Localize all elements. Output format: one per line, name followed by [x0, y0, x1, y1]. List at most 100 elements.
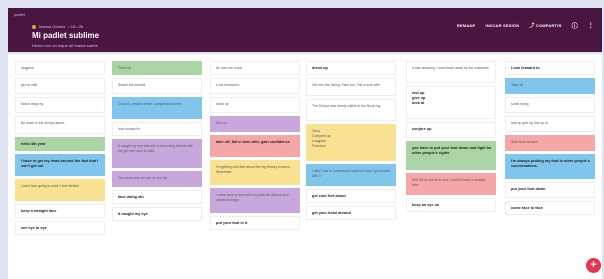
post-card[interactable]: It was amazing. I was blown away by the …: [406, 61, 496, 83]
post-text: look forward to: [118, 127, 141, 131]
post-card[interactable]: end up give up look at: [406, 86, 496, 119]
post-card[interactable]: put your foot down: [505, 182, 595, 198]
author-name: Marina Gómez: [39, 24, 66, 29]
share-icon: ⤴: [529, 23, 535, 29]
post-text: keep an eye on: [412, 203, 440, 207]
post-text: Start from scratch: [511, 140, 538, 144]
post-text: come face to face: [511, 206, 543, 210]
page-subtitle: Hecho con un toque de buena suerte: [32, 43, 98, 48]
post-text: Get into the Swing, Face fun, Fall in lo…: [312, 83, 380, 87]
post-card[interactable]: get on with: [15, 78, 105, 94]
post-card[interactable]: It caught my eye that she is becoming fr…: [112, 139, 202, 168]
post-card[interactable]: it caught my eye: [112, 207, 202, 221]
post-card[interactable]: I have to get my head around the fact th…: [15, 154, 105, 176]
post-card[interactable]: keep a straight face: [15, 204, 105, 218]
post-card[interactable]: longpurk: [15, 61, 105, 75]
post-card[interactable]: blown away by: [15, 97, 105, 113]
post-text: I can't face going to work. I feel terri…: [21, 184, 79, 188]
add-post-button[interactable]: +: [586, 258, 601, 273]
header-actions: REMAKE INICIAR SESIÓN ⤴ COMPARTIR ⓘ ⋮: [457, 21, 594, 30]
post-card[interactable]: face doing sth: [112, 190, 202, 204]
author-avatar: [32, 24, 36, 29]
post-card[interactable]: conjure up: [406, 122, 496, 138]
post-text: Colours, present tense, comparative form…: [118, 102, 182, 106]
column-6: Look forward to Take off south trying add u…: [505, 61, 595, 218]
post-text: I didn't use to understand math but now …: [312, 169, 391, 178]
post-card[interactable]: Look forward to: [210, 78, 300, 94]
post-text: south trying: [511, 102, 529, 106]
post-card[interactable]: dress up: [306, 61, 396, 75]
post-card[interactable]: be over the moon: [210, 61, 300, 75]
post-card[interactable]: add up give up line up to: [505, 116, 595, 132]
post-card[interactable]: you have to put your foot down and fight…: [406, 141, 496, 170]
padlet-board: longpurk get on with blown away by Be down …: [8, 54, 602, 279]
post-text: You must keep an eye on the kid.: [118, 176, 169, 180]
post-text: I have to get my head around the fact th…: [21, 159, 99, 168]
post-text: Reach the summit: [118, 83, 146, 87]
post-card[interactable]: Think up: [112, 61, 202, 75]
post-text: Think up: [118, 66, 132, 70]
post-card[interactable]: End up: [210, 116, 300, 132]
post-text: Freedom: [312, 144, 326, 148]
column-4: dress up Get into the Swing, Face fun, Fa…: [306, 61, 396, 223]
post-text: be over the moon: [216, 66, 243, 70]
post-card[interactable]: show up: [210, 97, 300, 113]
post-card[interactable]: Glory Conjured up Longpurk Freedom: [306, 124, 396, 161]
post-text: It caught my eye that she is becoming fr…: [118, 144, 194, 153]
post-card[interactable]: keep an eye on: [406, 198, 496, 212]
post-text: longpurk: [21, 66, 35, 70]
post-card[interactable]: I'm always putting my foot in other peop…: [505, 154, 595, 179]
post-text: it caught my eye: [118, 212, 148, 216]
post-text: show up: [216, 102, 229, 106]
post-text: get cold feet about: [312, 194, 346, 198]
post-text: Look forward to: [511, 66, 540, 70]
column-1: longpurk get on with blown away by Be down …: [15, 61, 105, 238]
post-text: conjure up: [412, 127, 432, 131]
post-card[interactable]: Get into the Swing, Face fun, Fall in lo…: [306, 78, 396, 96]
column-2: Think up Reach the summit Colours, present…: [112, 61, 202, 224]
post-card[interactable]: I can't face going to work. I feel terri…: [15, 179, 105, 201]
author-meta: • 18 • 26: [68, 24, 84, 29]
remake-button[interactable]: REMAKE: [457, 23, 476, 28]
post-card[interactable]: I came face to face with my parents' div…: [210, 188, 300, 213]
post-text: add up give up line up to: [511, 121, 548, 125]
post-card[interactable]: get your head around: [306, 206, 396, 220]
post-card[interactable]: You must keep an eye on the kid.: [112, 171, 202, 187]
post-card[interactable]: Be down in the dumps about...: [15, 116, 105, 134]
post-text: take off, fall in love with, gain confid…: [216, 140, 290, 144]
post-card[interactable]: I'm getting cold feet about the big Hist…: [210, 160, 300, 185]
post-card[interactable]: I didn't use to understand math but now …: [306, 164, 396, 186]
app-logo[interactable]: padlet: [14, 12, 25, 17]
post-card[interactable]: hello 4th year: [15, 137, 105, 151]
post-text: see eye to eye: [21, 226, 47, 230]
post-card[interactable]: south trying: [505, 97, 595, 113]
post-card[interactable]: see eye to eye: [15, 221, 105, 235]
post-text: She fell on the floor and I couldn't kee…: [412, 178, 486, 187]
more-icon[interactable]: ⋮: [588, 22, 594, 29]
post-text: face doing sth: [118, 195, 144, 199]
login-button[interactable]: INICIAR SESIÓN: [485, 23, 519, 28]
post-text: hello 4th year: [21, 142, 46, 146]
page-title: Mi padlet sublime: [32, 31, 100, 40]
post-text: I came face to face with my parents' div…: [216, 193, 289, 202]
post-text: get your head around: [312, 211, 351, 215]
post-card[interactable]: come face to face: [505, 201, 595, 215]
post-card[interactable]: Reach the summit: [112, 78, 202, 94]
info-icon[interactable]: ⓘ: [572, 21, 578, 30]
post-card[interactable]: look forward to: [112, 122, 202, 136]
post-card[interactable]: put your foot in it: [210, 216, 300, 230]
post-card[interactable]: Start from scratch: [505, 135, 595, 151]
post-card[interactable]: Look forward to: [505, 61, 595, 75]
post-card[interactable]: Take off: [505, 78, 595, 94]
post-card[interactable]: get cold feet about: [306, 189, 396, 203]
share-button[interactable]: ⤴ COMPARTIR: [529, 22, 561, 29]
post-card[interactable]: She fell on the floor and I couldn't kee…: [406, 173, 496, 195]
post-card[interactable]: Colours, present tense, comparative form…: [112, 97, 202, 119]
post-text: blown away by: [21, 102, 44, 106]
post-text: put your foot in it: [216, 221, 248, 225]
post-text: dress up: [312, 66, 328, 70]
column-5: It was amazing. I was blown away by the …: [406, 61, 496, 215]
post-card[interactable]: The School was barely visible in the Boo…: [306, 99, 396, 121]
post-text: I'm always putting my foot in other peop…: [511, 159, 590, 168]
post-card[interactable]: take off, fall in love with, gain confid…: [210, 135, 300, 157]
